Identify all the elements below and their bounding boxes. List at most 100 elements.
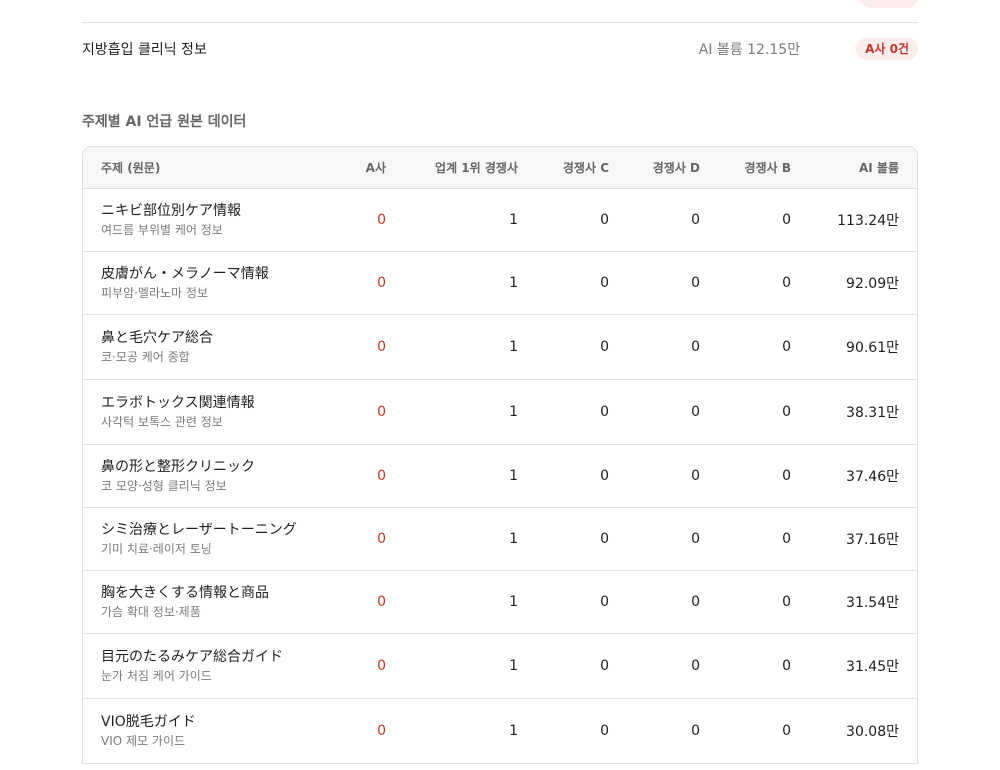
competitor-b-count: 0 [700,633,791,699]
row-topic: 鼻の形と整形クリニック 코 모양·성형 클리닉 정보 [83,444,333,508]
table-row: VIO脱毛ガイド VIO 제모 가이드 0 1 0 0 0 30.08만 [83,698,917,764]
table-row: 鼻の形と整形クリニック 코 모양·성형 클리닉 정보 0 1 0 0 0 37.46만 [83,444,917,508]
topic-original: シミ治療とレーザートーニング [101,522,297,538]
previous-summary-badge [860,0,918,8]
competitor-d-count: 0 [609,314,700,380]
competitor-b-count: 0 [700,570,791,634]
previous-summary-row [82,0,918,23]
section-title: 주제별 AI 언급 원본 데이터 [82,114,247,130]
competitor-d-count: 0 [609,444,700,508]
table-header-row: 주제 (원문) A사 업계 1위 경쟁사 경쟁사 C 경쟁사 D 경쟁사 B A… [83,147,917,189]
ai-volume: 90.61만 [791,314,917,380]
ai-volume: 37.16만 [791,507,917,571]
report-page: 지방흡입 클리닉 정보 AI 볼륨 12.15만 A사 0건 주제별 AI 언급… [0,0,1000,770]
ai-volume: 37.46만 [791,444,917,508]
company-a-count: 0 [333,570,386,634]
competitor-b-count: 0 [700,698,791,764]
competitor-c-count: 0 [518,251,609,315]
row-topic: シミ治療とレーザートーニング 기미 치료·레이저 토닝 [83,507,333,571]
company-a-count: 0 [333,507,386,571]
topic-original: VIO脱毛ガイド [101,714,196,730]
company-a-count: 0 [333,698,386,764]
company-a-count: 0 [333,444,386,508]
header-company-a: A사 [333,147,386,189]
topic-translation: 여드름 부위별 케어 정보 [101,223,223,237]
competitor-c-count: 0 [518,570,609,634]
company-a-count: 0 [333,188,386,252]
company-a-count: 0 [333,633,386,699]
row-topic: エラボトックス関連情報 사각턱 보톡스 관련 정보 [83,379,333,445]
competitor-c-count: 0 [518,698,609,764]
competitor-d-count: 0 [609,188,700,252]
row-topic: ニキビ部位別ケア情報 여드름 부위별 케어 정보 [83,188,333,252]
topic-original: 鼻と毛穴ケア総合 [101,330,213,346]
header-competitor-d: 경쟁사 D [609,147,700,189]
competitor-d-count: 0 [609,633,700,699]
header-topic: 주제 (원문) [83,147,333,189]
competitor-b-count: 0 [700,444,791,508]
competitor-d-count: 0 [609,379,700,445]
competitor-c-count: 0 [518,379,609,445]
topic-translation: 코·모공 케어 종합 [101,350,190,364]
topic-mentions-table: 주제 (원문) A사 업계 1위 경쟁사 경쟁사 C 경쟁사 D 경쟁사 B A… [82,146,918,764]
company-a-count: 0 [333,314,386,380]
competitor-c-count: 0 [518,444,609,508]
topic-translation: 피부암·멜라노마 정보 [101,286,208,300]
competitor-c-count: 0 [518,314,609,380]
summary-topic: 지방흡입 클리닉 정보 [82,42,207,58]
topic-original: 胸を大きくする情報と商品 [101,585,269,601]
topic-original: 皮膚がん・メラノーマ情報 [101,266,269,282]
summary-mention-badge: A사 0건 [856,38,918,60]
industry-leader-count: 1 [386,314,518,380]
table-body: ニキビ部位別ケア情報 여드름 부위별 케어 정보 0 1 0 0 0 113.24만 皮膚がん・… [83,188,917,764]
row-topic: 目元のたるみケア総合ガイド 눈가 처짐 케어 가이드 [83,633,333,699]
topic-translation: 코 모양·성형 클리닉 정보 [101,479,227,493]
competitor-c-count: 0 [518,633,609,699]
summary-row: 지방흡입 클리닉 정보 AI 볼륨 12.15만 A사 0건 [82,23,918,75]
table-row: 目元のたるみケア総合ガイド 눈가 처짐 케어 가이드 0 1 0 0 0 31.45만 [83,633,917,699]
industry-leader-count: 1 [386,379,518,445]
competitor-d-count: 0 [609,507,700,571]
competitor-d-count: 0 [609,698,700,764]
competitor-b-count: 0 [700,188,791,252]
topic-translation: 눈가 처짐 케어 가이드 [101,669,212,683]
row-topic: 皮膚がん・メラノーマ情報 피부암·멜라노마 정보 [83,251,333,315]
row-topic: VIO脱毛ガイド VIO 제모 가이드 [83,698,333,764]
topic-original: 鼻の形と整形クリニック [101,459,255,475]
industry-leader-count: 1 [386,698,518,764]
ai-volume: 31.54만 [791,570,917,634]
industry-leader-count: 1 [386,507,518,571]
industry-leader-count: 1 [386,444,518,508]
topic-translation: 가슴 확대 정보·제품 [101,605,201,619]
topic-original: ニキビ部位別ケア情報 [101,203,241,219]
header-competitor-c: 경쟁사 C [518,147,609,189]
table-row: 皮膚がん・メラノーマ情報 피부암·멜라노마 정보 0 1 0 0 0 92.09만 [83,251,917,315]
competitor-d-count: 0 [609,570,700,634]
header-competitor-b: 경쟁사 B [700,147,791,189]
table-row: ニキビ部位別ケア情報 여드름 부위별 케어 정보 0 1 0 0 0 113.24만 [83,188,917,252]
competitor-b-count: 0 [700,507,791,571]
ai-volume: 30.08만 [791,698,917,764]
industry-leader-count: 1 [386,570,518,634]
industry-leader-count: 1 [386,188,518,252]
industry-leader-count: 1 [386,633,518,699]
table-row: 胸を大きくする情報と商品 가슴 확대 정보·제품 0 1 0 0 0 31.54만 [83,570,917,634]
competitor-c-count: 0 [518,507,609,571]
topic-translation: 사각턱 보톡스 관련 정보 [101,415,223,429]
competitor-b-count: 0 [700,251,791,315]
ai-volume: 113.24만 [791,188,917,252]
header-ai-volume: AI 볼륨 [791,147,917,189]
topic-original: 目元のたるみケア総合ガイド [101,649,283,665]
company-a-count: 0 [333,379,386,445]
competitor-c-count: 0 [518,188,609,252]
ai-volume: 92.09만 [791,251,917,315]
company-a-count: 0 [333,251,386,315]
competitor-d-count: 0 [609,251,700,315]
summary-volume: AI 볼륨 12.15만 [698,42,801,58]
ai-volume: 38.31만 [791,379,917,445]
table-row: エラボトックス関連情報 사각턱 보톡스 관련 정보 0 1 0 0 0 38.31만 [83,379,917,445]
industry-leader-count: 1 [386,251,518,315]
topic-translation: 기미 치료·레이저 토닝 [101,542,212,556]
competitor-b-count: 0 [700,379,791,445]
row-topic: 鼻と毛穴ケア総合 코·모공 케어 종합 [83,314,333,380]
